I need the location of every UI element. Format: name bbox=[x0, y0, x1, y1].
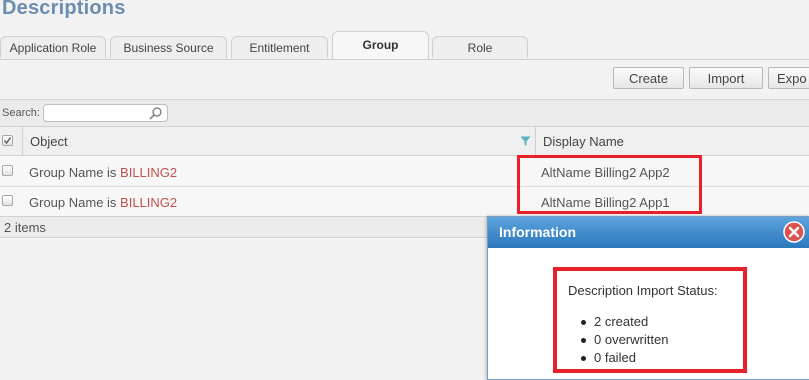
display-name-highlight bbox=[517, 155, 702, 214]
object-prefix: Group Name is bbox=[29, 165, 121, 180]
tab-entitlement[interactable]: Entitlement bbox=[231, 36, 328, 58]
column-header-display-name[interactable]: Display Name bbox=[543, 134, 624, 149]
search-label: Search: bbox=[2, 107, 40, 119]
page-title: Descriptions bbox=[2, 0, 126, 19]
status-item-overwritten: 0 overwritten bbox=[573, 332, 668, 350]
column-header-object[interactable]: Object bbox=[30, 134, 68, 149]
object-value: BILLING2 bbox=[120, 195, 178, 210]
import-status-box: Description Import Status: 2 created 0 o… bbox=[553, 267, 747, 373]
object-value: BILLING2 bbox=[120, 165, 178, 180]
search-row: Search: bbox=[0, 99, 809, 127]
select-all-checkbox[interactable] bbox=[2, 135, 13, 146]
status-item-failed: 0 failed bbox=[573, 350, 668, 368]
status-item-created: 2 created bbox=[573, 314, 668, 332]
dialog-title: Information bbox=[499, 224, 576, 240]
import-status-heading: Description Import Status: bbox=[568, 283, 718, 298]
column-separator bbox=[535, 127, 536, 155]
toolbar: Create Import Expo bbox=[0, 67, 809, 91]
tab-role[interactable]: Role bbox=[432, 36, 528, 58]
table-header: Object Display Name bbox=[0, 127, 809, 156]
dialog-header: Information bbox=[488, 217, 809, 248]
row-checkbox[interactable] bbox=[2, 195, 13, 206]
tab-bar: Application Role Business Source Entitle… bbox=[0, 31, 809, 59]
export-button[interactable]: Expo bbox=[768, 67, 809, 89]
column-separator bbox=[22, 127, 23, 155]
create-button[interactable]: Create bbox=[613, 67, 684, 89]
tab-application-role[interactable]: Application Role bbox=[0, 36, 106, 58]
object-cell: Group Name is BILLING2 bbox=[29, 195, 177, 210]
item-count: 2 items bbox=[4, 220, 46, 235]
import-button[interactable]: Import bbox=[689, 67, 763, 89]
import-status-list: 2 created 0 overwritten 0 failed bbox=[573, 314, 668, 368]
filter-icon[interactable] bbox=[520, 136, 531, 150]
search-input[interactable] bbox=[43, 104, 168, 122]
row-checkbox[interactable] bbox=[2, 165, 13, 176]
tab-business-source[interactable]: Business Source bbox=[110, 36, 227, 58]
tab-group[interactable]: Group bbox=[332, 31, 429, 59]
search-icon[interactable] bbox=[149, 106, 163, 123]
object-cell: Group Name is BILLING2 bbox=[29, 165, 177, 180]
close-icon[interactable] bbox=[783, 221, 805, 243]
object-prefix: Group Name is bbox=[29, 195, 121, 210]
tabs-divider bbox=[0, 59, 809, 60]
